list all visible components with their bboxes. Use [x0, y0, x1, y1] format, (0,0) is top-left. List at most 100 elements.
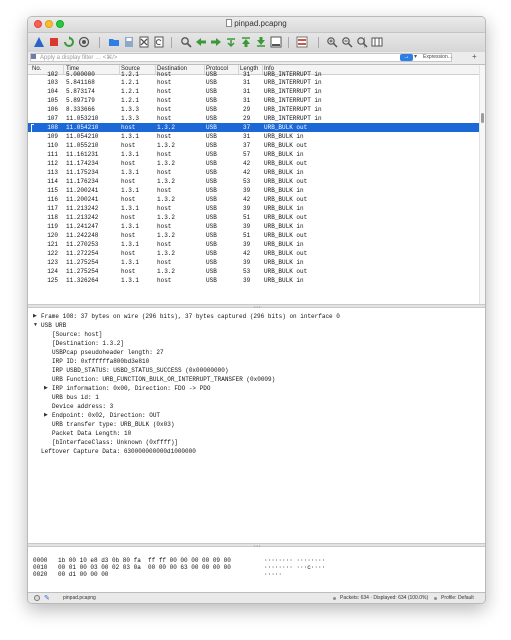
detail-line[interactable]: Packet Data Length: 10	[52, 429, 131, 438]
detail-line[interactable]: Device address: 3	[52, 402, 113, 411]
packet-list-scrollbar[interactable]	[479, 65, 485, 304]
detail-line[interactable]: IRP information: 0x00, Direction: FDO ->…	[52, 384, 210, 393]
collapsed-triangle-icon[interactable]: ▶	[44, 384, 48, 393]
normal-size-button[interactable]	[356, 36, 368, 48]
table-row[interactable]: 107 11.053210 1.3.3 host USB 29 URB_INTERRUPT …	[28, 114, 479, 123]
pane-splitter-bottom[interactable]: • • •	[28, 543, 485, 548]
stop-capture-icon	[50, 38, 58, 46]
table-row[interactable]: 119 11.241247 1.3.1 host USB 39 URB_BULK in	[28, 222, 479, 231]
table-row[interactable]: 110 11.055210 host 1.3.2 USB 37 URB_BULK out	[28, 141, 479, 150]
add-filter-button[interactable]: +	[472, 52, 477, 61]
table-row[interactable]: 113 11.175234 1.3.1 host USB 42 URB_BULK in	[28, 168, 479, 177]
table-row[interactable]: 120 11.242248 host 1.3.2 USB 51 URB_BULK out	[28, 231, 479, 240]
expanded-triangle-icon[interactable]: ▼	[33, 321, 38, 330]
capture-options-icon	[78, 36, 90, 48]
table-row[interactable]: 105 5.897179 1.2.1 host USB 31 URB_INTERRUPT i…	[28, 96, 479, 105]
go-to-packet-button[interactable]	[225, 36, 237, 48]
bytes-hex[interactable]: 00 01 00 03 00 02 03 0a 00 00 00 63 00 0…	[58, 564, 231, 571]
zoom-out-button[interactable]	[341, 36, 353, 48]
expression-button[interactable]: Expression…	[423, 54, 453, 60]
edit-comment-icon[interactable]: ✎	[44, 594, 50, 602]
collapsed-triangle-icon[interactable]: ▶	[33, 312, 37, 321]
detail-line[interactable]: USB URB	[41, 321, 66, 330]
packet-number: 122	[47, 250, 58, 257]
table-row[interactable]: 112 11.174234 host 1.3.2 USB 42 URB_BULK out	[28, 159, 479, 168]
detail-line[interactable]: [Destination: 1.3.2]	[52, 339, 124, 348]
packet-proto: USB	[206, 277, 217, 284]
packet-proto: USB	[206, 214, 217, 221]
packet-info: URB_BULK out	[264, 268, 308, 275]
bytes-ascii[interactable]: ········ ········	[264, 557, 325, 564]
table-row[interactable]: 115 11.200241 1.3.1 host USB 39 URB_BULK in	[28, 186, 479, 195]
table-row[interactable]: 122 11.272254 host 1.3.2 USB 42 URB_BULK out	[28, 249, 479, 258]
resize-columns-button[interactable]	[371, 36, 383, 48]
apply-filter-button[interactable]: →	[400, 54, 413, 61]
table-row[interactable]: 125 11.326264 1.3.1 host USB 39 URB_BULK in	[28, 276, 479, 285]
table-row[interactable]: 106 8.333666 1.3.3 host USB 29 URB_INTERRUPT i…	[28, 105, 479, 114]
table-row[interactable]: 121 11.270253 1.3.1 host USB 39 URB_BULK in	[28, 240, 479, 249]
detail-line[interactable]: Leftover Capture Data: 630000000000d1000…	[41, 447, 196, 456]
detail-line[interactable]: Endpoint: 0x02, Direction: OUT	[52, 411, 160, 420]
packet-bytes-pane[interactable]: 0000 1b 00 10 e8 d3 0b 80 fa ff ff 00 00 …	[28, 548, 485, 592]
packet-dst: 1.3.2	[157, 142, 176, 149]
find-packet-button[interactable]	[180, 36, 192, 48]
filter-bookmark-icon[interactable]	[31, 54, 36, 59]
table-row[interactable]: 118 11.213242 host 1.3.2 USB 51 URB_BULK out	[28, 213, 479, 222]
detail-line[interactable]: [Source: host]	[52, 330, 102, 339]
table-row[interactable]: 103 5.841168 1.2.1 host USB 31 URB_INTERRUPT i…	[28, 78, 479, 87]
bytes-hex[interactable]: 00 d1 00 00 00	[58, 571, 108, 578]
bytes-ascii[interactable]: ········ ···c····	[264, 564, 325, 571]
go-last-button[interactable]	[255, 36, 267, 48]
table-row[interactable]: 117 11.213242 1.3.1 host USB 39 URB_BULK in	[28, 204, 479, 213]
save-file-button[interactable]	[123, 36, 135, 48]
go-forward-button[interactable]	[210, 36, 222, 48]
table-row-selected[interactable]: 108 11.054210 host 1.3.2 USB 37 URB_BULK out	[28, 123, 479, 132]
packet-list[interactable]: No. Time Source Destination Protocol Length In…	[28, 65, 479, 304]
bytes-hex[interactable]: 1b 00 10 e8 d3 0b 80 fa ff ff 00 00 00 0…	[58, 557, 231, 564]
open-file-button[interactable]	[108, 36, 120, 48]
table-row[interactable]: 124 11.275254 host 1.3.2 USB 53 URB_BULK out	[28, 267, 479, 276]
scrollbar-thumb[interactable]	[481, 113, 484, 123]
detail-line[interactable]: Frame 108: 37 bytes on wire (296 bits), …	[41, 312, 340, 321]
reload-file-button[interactable]	[153, 36, 165, 48]
display-filter-input[interactable]: Apply a display filter … <⌘/>	[30, 53, 452, 62]
table-row[interactable]: 104 5.873174 1.2.1 host USB 31 URB_INTERRUPT i…	[28, 87, 479, 96]
detail-line[interactable]: URB bus id: 1	[52, 393, 99, 402]
close-file-button[interactable]	[138, 36, 150, 48]
go-back-button[interactable]	[195, 36, 207, 48]
auto-scroll-button[interactable]	[270, 36, 282, 48]
detail-line[interactable]: IRP ID: 0xffffffa800bd3e810	[52, 357, 149, 366]
bytes-ascii[interactable]: ·····	[264, 571, 282, 578]
stop-capture-button[interactable]	[48, 36, 60, 48]
status-profile[interactable]: Profile: Default	[441, 595, 474, 601]
table-row[interactable]: 109 11.054210 1.3.1 host USB 31 URB_BULK in	[28, 132, 479, 141]
packet-len: 51	[243, 214, 251, 221]
capture-options-button[interactable]	[78, 36, 90, 48]
table-row[interactable]: 123 11.275254 1.3.1 host USB 39 URB_BULK in	[28, 258, 479, 267]
table-row[interactable]: 116 11.200241 host 1.3.2 USB 42 URB_BULK out	[28, 195, 479, 204]
go-first-button[interactable]	[240, 36, 252, 48]
shark-fin-start-button[interactable]	[33, 36, 45, 48]
packet-time: 11.242248	[66, 232, 99, 239]
expert-info-icon[interactable]	[34, 595, 40, 601]
packet-src: 1.3.3	[121, 106, 140, 113]
table-row[interactable]: 111 11.161231 1.3.1 host USB 57 URB_BULK in	[28, 150, 479, 159]
restart-capture-button[interactable]	[63, 36, 75, 48]
detail-line[interactable]: URB transfer type: URB_BULK (0x03)	[52, 420, 174, 429]
pane-splitter-top[interactable]: • • •	[28, 304, 485, 309]
packet-len: 31	[243, 133, 251, 140]
packet-info: URB_BULK in	[264, 205, 304, 212]
detail-line[interactable]: USBPcap pseudoheader length: 27	[52, 348, 164, 357]
filter-history-dropdown[interactable]: ▾	[414, 54, 420, 61]
packet-time: 11.200241	[66, 187, 99, 194]
packet-src: host	[121, 250, 136, 257]
zoom-in-button[interactable]	[326, 36, 338, 48]
packet-details-pane[interactable]: ▶ Frame 108: 37 bytes on wire (296 bits),…	[28, 309, 485, 542]
colorize-button[interactable]	[296, 36, 308, 48]
detail-line[interactable]: IRP USBD_STATUS: USBD_STATUS_SUCCESS (0x…	[52, 366, 228, 375]
collapsed-triangle-icon[interactable]: ▶	[44, 411, 48, 420]
packet-proto: USB	[206, 241, 217, 248]
table-row[interactable]: 114 11.176234 host 1.3.2 USB 53 URB_BULK out	[28, 177, 479, 186]
detail-line[interactable]: [bInterfaceClass: Unknown (0xffff)]	[52, 438, 178, 447]
detail-line[interactable]: URB Function: URB_FUNCTION_BULK_OR_INTER…	[52, 375, 275, 384]
